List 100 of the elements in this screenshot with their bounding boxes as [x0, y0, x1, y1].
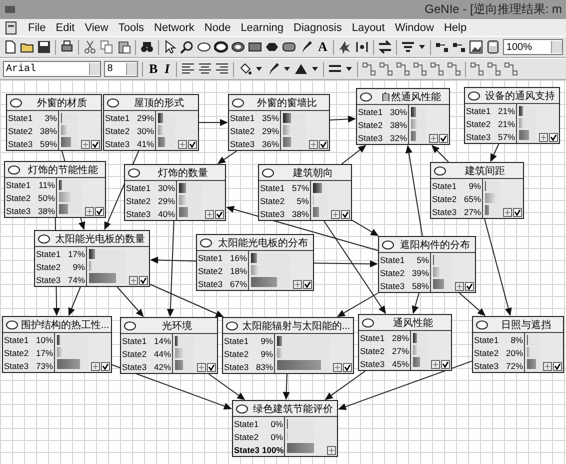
spin-icon[interactable]	[333, 363, 342, 372]
spin-icon[interactable]	[539, 133, 548, 142]
checkmark-icon[interactable]	[465, 282, 474, 291]
spin-icon[interactable]	[309, 140, 318, 149]
align-left-icon[interactable]	[180, 62, 195, 76]
spin-icon[interactable]	[455, 282, 464, 291]
menu-item[interactable]: Help	[444, 22, 467, 34]
checkmark-icon[interactable]	[341, 210, 350, 219]
bold-button[interactable]: B	[147, 62, 160, 76]
menu-item[interactable]: Layout	[352, 22, 385, 34]
fill-bucket-icon[interactable]	[238, 62, 252, 76]
network-node[interactable]: 太阳能光电板的数量 State1 17% State2 9% State3 74%	[34, 230, 150, 287]
align-center-icon[interactable]	[198, 62, 212, 76]
network-node[interactable]: 遮阳构件的分布 State1 5% State2 39% State3 58%	[378, 236, 476, 293]
image-icon[interactable]	[469, 40, 484, 54]
checkmark-icon[interactable]	[188, 140, 197, 149]
layout-icon[interactable]	[486, 62, 501, 76]
network-node[interactable]: 外窗的窗墙比 State1 35% State2 29% State3 36%	[228, 94, 330, 151]
menu-item[interactable]: Diagnosis	[294, 22, 342, 34]
oval-icon[interactable]	[127, 166, 141, 180]
oval-icon[interactable]	[381, 238, 395, 252]
network-node[interactable]: 光环境 State1 14% State2 44% State3 42%	[120, 317, 218, 374]
checkmark-icon[interactable]	[95, 207, 104, 216]
network-node[interactable]: 设备的通风支持 State1 21% State2 21% State3 57%	[464, 87, 560, 144]
layout-icon[interactable]	[362, 62, 376, 76]
network-node[interactable]: 灯饰的节能性能 State1 11% State2 50% State3 38%	[4, 161, 106, 218]
font-size-dropdown[interactable]: 8	[104, 61, 138, 77]
spin-icon[interactable]	[331, 210, 340, 219]
network-node[interactable]: 日照与遮挡 State1 8% State2 20% State3 72%	[472, 316, 564, 373]
menu-item[interactable]: File	[28, 22, 46, 34]
hexagon-icon[interactable]	[265, 40, 279, 54]
network-node[interactable]: 太阳能辐射与太阳能的... State1 9% State2 9% State3 83%	[222, 317, 354, 374]
oval-icon[interactable]	[7, 162, 21, 176]
rectangle-icon[interactable]	[248, 40, 262, 54]
oval-icon[interactable]	[231, 96, 245, 110]
layout-icon[interactable]	[446, 62, 461, 76]
checkmark-icon[interactable]	[139, 276, 148, 285]
swap-arrows-icon[interactable]	[378, 40, 392, 54]
binoculars-icon[interactable]	[140, 40, 154, 54]
menu-item[interactable]: Tools	[118, 22, 144, 34]
save-icon[interactable]	[37, 40, 51, 54]
italic-button[interactable]: I	[162, 62, 172, 76]
layout-icon[interactable]	[470, 62, 484, 76]
menu-item[interactable]: Window	[394, 22, 434, 34]
checkmark-icon[interactable]	[207, 363, 216, 372]
layout-icon[interactable]	[378, 62, 393, 76]
spin-icon[interactable]	[81, 140, 90, 149]
rounded-rectangle-icon[interactable]	[282, 40, 296, 54]
oval-icon[interactable]	[37, 232, 51, 246]
ellipse-tool-icon[interactable]	[231, 40, 245, 54]
ellipse-icon[interactable]	[197, 40, 211, 54]
spin-icon[interactable]	[91, 362, 100, 371]
oval-icon[interactable]	[475, 318, 489, 332]
spin-icon[interactable]	[293, 280, 302, 289]
network-node[interactable]: 自然通风性能 State1 30% State2 38% State3 32%	[356, 88, 450, 145]
oval-icon[interactable]	[9, 96, 23, 110]
layout-icon[interactable]	[430, 62, 444, 76]
document-icon[interactable]	[4, 20, 18, 34]
network-node[interactable]: 屋顶的形式 State1 29% State2 30% State3 41%	[103, 94, 199, 151]
checkmark-icon[interactable]	[215, 210, 224, 219]
oval-icon[interactable]	[5, 318, 19, 332]
copy-icon[interactable]	[100, 40, 114, 54]
layout-icon[interactable]	[396, 62, 410, 76]
menu-item[interactable]: Network	[154, 22, 194, 34]
triangle-icon[interactable]	[294, 62, 308, 76]
oval-icon[interactable]	[359, 90, 373, 104]
layout-icon[interactable]	[504, 62, 518, 76]
spin-icon[interactable]	[503, 208, 512, 217]
network-node[interactable]: 建筑间距 State1 9% State2 65% State3 27%	[430, 162, 524, 219]
menu-item[interactable]: Node	[204, 22, 231, 34]
oval-icon[interactable]	[235, 402, 249, 416]
spin-icon[interactable]	[178, 140, 187, 149]
checkmark-icon[interactable]	[91, 140, 100, 149]
spark-icon[interactable]	[338, 40, 352, 54]
text-tool-button[interactable]: A	[316, 40, 330, 54]
network-node[interactable]: 太阳能光电板的分布 State1 16% State2 18% State3 67%	[196, 234, 314, 291]
filter-icon[interactable]	[401, 40, 416, 54]
spin-icon[interactable]	[431, 360, 440, 369]
oval-icon[interactable]	[225, 318, 239, 332]
pointer-icon[interactable]	[163, 40, 177, 54]
spin-icon[interactable]	[327, 446, 336, 455]
search-icon[interactable]	[180, 40, 194, 54]
new-file-icon[interactable]	[3, 40, 17, 54]
oval-icon[interactable]	[361, 316, 375, 330]
spin-icon[interactable]	[429, 134, 438, 143]
spin-icon[interactable]	[85, 207, 94, 216]
oval-icon[interactable]	[433, 164, 447, 178]
font-dropdown[interactable]: Arial	[3, 61, 101, 77]
calculator-icon[interactable]	[486, 40, 500, 54]
checkmark-icon[interactable]	[513, 208, 522, 217]
paste-icon[interactable]	[117, 40, 131, 54]
menu-item[interactable]: Learning	[240, 22, 284, 34]
menu-item[interactable]: View	[84, 22, 108, 34]
spin-icon[interactable]	[197, 363, 206, 372]
scissors-icon[interactable]	[83, 40, 97, 54]
printer-icon[interactable]	[60, 40, 74, 54]
checkmark-icon[interactable]	[553, 362, 562, 371]
oval-icon[interactable]	[123, 318, 137, 332]
oval-icon[interactable]	[199, 236, 213, 250]
checkmark-icon[interactable]	[319, 140, 328, 149]
